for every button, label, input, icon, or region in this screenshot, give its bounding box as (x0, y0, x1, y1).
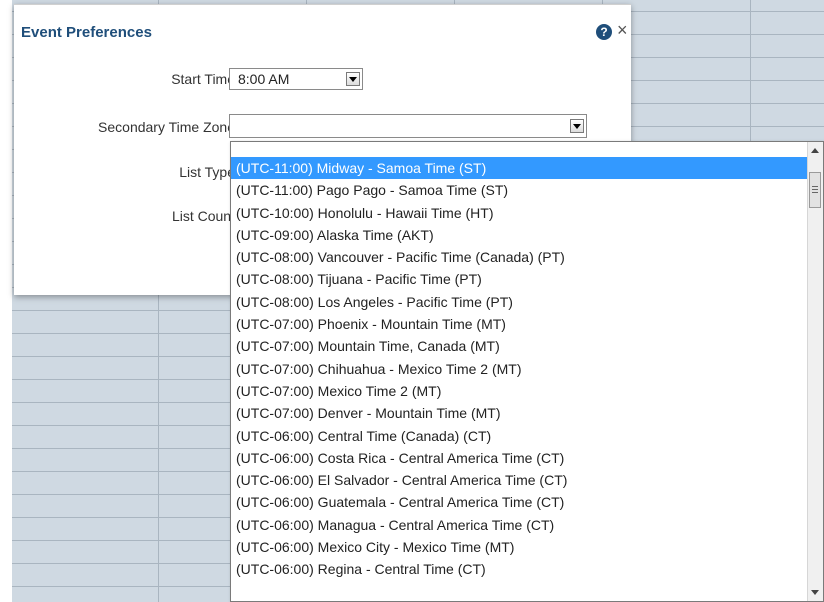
start-time-value: 8:00 AM (238, 71, 290, 87)
scroll-thumb[interactable] (809, 172, 821, 208)
page-margin (0, 0, 12, 602)
time-zone-option[interactable]: (UTC-07:00) Phoenix - Mountain Time (MT) (231, 313, 809, 335)
start-time-label: Start Time (171, 71, 235, 87)
chevron-down-icon (573, 123, 581, 129)
time-zone-option[interactable]: (UTC-06:00) Managua - Central America Ti… (231, 514, 809, 536)
time-zone-option[interactable]: (UTC-10:00) Honolulu - Hawaii Time (HT) (231, 202, 809, 224)
time-zone-option[interactable]: (UTC-06:00) Guatemala - Central America … (231, 491, 809, 513)
time-zone-option[interactable]: (UTC-06:00) Costa Rica - Central America… (231, 447, 809, 469)
secondary-time-zone-label: Secondary Time Zone (98, 119, 235, 135)
time-zone-options: (UTC-11:00) Midway - Samoa Time (ST) (UTC… (231, 157, 809, 581)
time-zone-option[interactable]: (UTC-08:00) Los Angeles - Pacific Time (… (231, 291, 809, 313)
help-icon[interactable]: ? (596, 24, 612, 40)
time-zone-dropdown-list[interactable]: (UTC-11:00) Midway - Samoa Time (ST) (UTC… (230, 141, 824, 602)
list-type-label: List Type (179, 164, 235, 180)
time-zone-option[interactable]: (UTC-08:00) Tijuana - Pacific Time (PT) (231, 268, 809, 290)
scroll-down-arrow-icon[interactable] (811, 590, 819, 595)
time-zone-option[interactable]: (UTC-06:00) El Salvador - Central Americ… (231, 469, 809, 491)
time-zone-option[interactable]: (UTC-07:00) Mexico Time 2 (MT) (231, 380, 809, 402)
time-zone-option[interactable]: (UTC-07:00) Chihuahua - Mexico Time 2 (M… (231, 358, 809, 380)
time-zone-option[interactable]: (UTC-11:00) Midway - Samoa Time (ST) (231, 157, 809, 180)
start-time-dropdown-button[interactable] (346, 72, 360, 86)
time-zone-option[interactable]: (UTC-11:00) Pago Pago - Samoa Time (ST) (231, 179, 809, 201)
grip-line (812, 186, 818, 187)
dialog-title: Event Preferences (21, 24, 152, 41)
time-zone-option[interactable]: (UTC-07:00) Mountain Time, Canada (MT) (231, 335, 809, 357)
grip-line (812, 189, 818, 190)
secondary-time-zone-select[interactable] (229, 114, 587, 138)
list-count-label: List Count (171, 208, 235, 224)
grip-line (812, 192, 818, 193)
time-zone-option[interactable]: (UTC-06:00) Central Time (Canada) (CT) (231, 425, 809, 447)
time-zone-option[interactable]: (UTC-09:00) Alaska Time (AKT) (231, 224, 809, 246)
scroll-up-arrow-icon[interactable] (811, 148, 819, 153)
secondary-time-zone-dropdown-button[interactable] (570, 119, 584, 133)
chevron-down-icon (349, 76, 357, 82)
time-zone-option[interactable]: (UTC-06:00) Regina - Central Time (CT) (231, 558, 809, 580)
start-time-select[interactable]: 8:00 AM (229, 68, 363, 90)
close-icon[interactable]: × (617, 20, 628, 40)
time-zone-option[interactable]: (UTC-06:00) Mexico City - Mexico Time (M… (231, 536, 809, 558)
dropdown-scrollbar[interactable] (807, 142, 823, 601)
time-zone-option[interactable]: (UTC-07:00) Denver - Mountain Time (MT) (231, 402, 809, 424)
time-zone-option[interactable]: (UTC-08:00) Vancouver - Pacific Time (Ca… (231, 246, 809, 268)
